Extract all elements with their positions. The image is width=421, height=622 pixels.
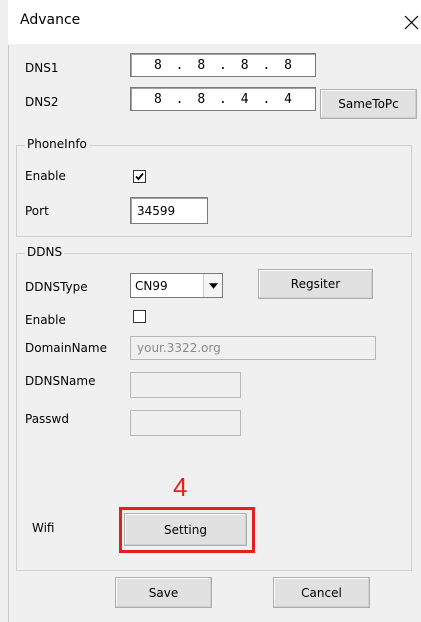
dns2-ip-field[interactable]: 8 . 8 . 4 . 4 xyxy=(130,87,316,111)
title-bar: Advance xyxy=(8,0,421,45)
window-left-edge xyxy=(0,0,9,622)
dns1-octet-3: 8 xyxy=(240,57,249,73)
ip-dot: . xyxy=(262,91,271,107)
dns1-octet-4: 8 xyxy=(284,57,292,73)
window-title: Advance xyxy=(20,12,81,28)
cancel-button[interactable]: Cancel xyxy=(273,577,370,608)
step-annotation-number: 4 xyxy=(173,472,188,502)
close-button[interactable] xyxy=(397,8,421,36)
dns1-octet-1: 8 xyxy=(153,57,162,73)
dns2-octet-3: 4 xyxy=(240,91,249,107)
ddns-enable-checkbox[interactable] xyxy=(133,310,146,323)
ddns-name-label: DDNSName xyxy=(25,374,96,388)
wifi-label: Wifi xyxy=(32,521,55,535)
phoneinfo-group-label: PhoneInfo xyxy=(25,137,89,151)
ddns-type-label: DDNSType xyxy=(25,280,88,294)
ddns-type-select[interactable]: CN99 xyxy=(130,273,223,298)
ip-dot: . xyxy=(175,91,184,107)
ddns-group-label: DDNS xyxy=(25,245,65,259)
port-input[interactable]: 34599 xyxy=(130,197,208,224)
ip-dot: . xyxy=(175,57,184,73)
dns1-label: DNS1 xyxy=(25,61,59,75)
dns2-octet-2: 8 xyxy=(197,91,206,107)
dns1-octet-2: 8 xyxy=(197,57,206,73)
checkmark-icon xyxy=(135,172,144,181)
ddns-name-input[interactable] xyxy=(130,372,241,398)
save-button[interactable]: Save xyxy=(115,577,212,608)
wifi-setting-button[interactable]: Setting xyxy=(124,513,247,546)
dns2-octet-1: 8 xyxy=(153,91,162,107)
passwd-label: Passwd xyxy=(25,412,69,426)
ip-dot: . xyxy=(219,91,227,107)
phoneinfo-groupbox xyxy=(16,145,412,237)
dns2-octet-4: 4 xyxy=(284,91,292,107)
phoneinfo-enable-label: Enable xyxy=(25,169,66,183)
phoneinfo-enable-checkbox[interactable] xyxy=(133,170,146,183)
port-label: Port xyxy=(25,204,49,218)
register-button[interactable]: Regsiter xyxy=(258,269,373,299)
ip-dot: . xyxy=(219,57,227,73)
ddns-enable-label: Enable xyxy=(25,313,66,327)
domain-name-input[interactable]: your.3322.org xyxy=(130,336,376,360)
ddns-type-value: CN99 xyxy=(135,278,168,293)
dns2-label: DNS2 xyxy=(25,95,59,109)
passwd-input[interactable] xyxy=(130,410,241,436)
dns1-ip-field[interactable]: 8 . 8 . 8 . 8 xyxy=(130,53,316,77)
close-icon xyxy=(404,15,418,29)
chevron-down-icon[interactable] xyxy=(203,274,222,297)
domain-name-label: DomainName xyxy=(25,341,107,355)
ip-dot: . xyxy=(262,57,271,73)
same-to-pc-button[interactable]: SameToPc xyxy=(320,89,417,119)
